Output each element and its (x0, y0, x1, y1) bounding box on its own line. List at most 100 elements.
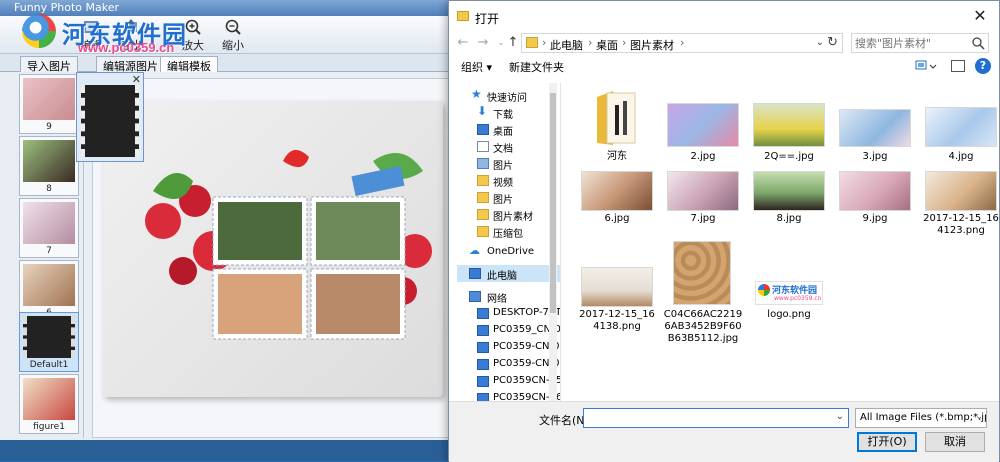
file-thumbnail (581, 171, 653, 211)
nav-videos[interactable]: 视频 (457, 172, 560, 189)
collage-artwork (145, 149, 432, 340)
nav-network-pc[interactable]: PC0359_CN-08 (457, 322, 560, 339)
help-icon[interactable]: ? (975, 58, 991, 74)
file-thumbnail (667, 103, 739, 147)
site-logo-icon (22, 14, 56, 48)
file-item[interactable]: 2.jpg (663, 89, 743, 169)
navigation-pane: ★ 快速访问 ⬇ 下载 ✱ 桌面 ✱ 文档 ✱ 图片 ✱ 视频 图 (457, 83, 561, 401)
nav-pictures-folder[interactable]: 图片 (457, 189, 560, 206)
app-tabs: 导入图片 编辑源图片 编辑模板 (0, 54, 450, 73)
source-image-panel[interactable]: ✕ (76, 72, 144, 162)
nav-documents[interactable]: 文档 ✱ (457, 138, 560, 155)
pictures-icon (477, 158, 489, 169)
nav-pictures[interactable]: 图片 ✱ (457, 155, 560, 172)
funny-photo-maker-window: Funny Photo Maker 编辑 输出 放大 缩小 河东软件园 www.… (0, 0, 450, 461)
search-box[interactable] (851, 33, 989, 53)
breadcrumb-this-pc[interactable]: 此电脑 (550, 37, 583, 53)
nav-image-assets[interactable]: 图片素材 (457, 206, 560, 223)
chevron-down-icon[interactable]: ⌄ (816, 37, 824, 48)
nav-network-pc[interactable]: DESKTOP-7ETC (457, 305, 560, 322)
thumbnail-8[interactable]: 8 (19, 136, 79, 196)
file-thumbnail (673, 241, 731, 305)
filename-input[interactable] (587, 411, 827, 426)
nav-label: 图片 (493, 195, 513, 206)
tab-edit-source[interactable]: 编辑源图片 (96, 56, 165, 73)
nav-network-pc[interactable]: PC0359-CN-02 (457, 356, 560, 373)
thumbnail-7[interactable]: 7 (19, 198, 79, 258)
folder-icon (477, 209, 489, 220)
change-view-icon[interactable] (915, 60, 937, 74)
nav-scrollbar-thumb[interactable] (550, 93, 556, 313)
file-item[interactable]: 4.jpg (921, 89, 1000, 169)
nav-downloads[interactable]: ⬇ 下载 ✱ (457, 104, 560, 121)
forward-icon[interactable]: → (475, 35, 491, 51)
nav-onedrive[interactable]: ☁ OneDrive (457, 244, 560, 261)
file-name: 8.jpg (776, 213, 802, 224)
organize-button[interactable]: 组织 ▾ (461, 59, 492, 75)
address-bar[interactable]: › 此电脑 › 桌面 › 图片素材 › ⌄ ↻ (521, 33, 843, 53)
file-name: 2017-12-15_164123.png (923, 213, 999, 236)
collage-preview[interactable] (103, 101, 443, 397)
nav-quick-access[interactable]: ★ 快速访问 (457, 87, 560, 104)
cloud-icon: ☁ (469, 244, 480, 257)
thumbnail-caption: 8 (46, 184, 52, 194)
filetype-select[interactable]: All Image Files (*.bmp;*.jpg;* ⌄ (855, 408, 987, 428)
site-watermark: 河东软件园 www.pc0359.cn (22, 14, 242, 55)
file-item[interactable]: 2Q==.jpg (749, 89, 829, 169)
cancel-button[interactable]: 取消 (925, 432, 985, 452)
refresh-icon[interactable]: ↻ (827, 35, 838, 50)
file-item[interactable]: 2017-12-15_164138.png (577, 265, 657, 345)
thumbnail-9[interactable]: 9 (19, 74, 79, 134)
breadcrumb-desktop[interactable]: 桌面 (596, 37, 618, 53)
tab-edit-template[interactable]: 编辑模板 (160, 56, 218, 73)
chevron-right-icon: › (542, 36, 547, 49)
nav-label: 文档 (493, 144, 513, 155)
nav-network[interactable]: 网络 (457, 288, 560, 305)
file-item-folder[interactable]: 河东 (577, 89, 657, 169)
file-thumbnail (667, 171, 739, 211)
file-thumbnail: 河东软件园 www.pc0359.cn (755, 281, 823, 305)
network-icon (469, 291, 481, 302)
file-item[interactable]: 9.jpg (835, 169, 915, 249)
thumbnail-figure1[interactable]: figure1 (19, 374, 79, 434)
file-item[interactable]: 6.jpg (577, 169, 657, 249)
star-icon: ★ (471, 87, 482, 101)
nav-archives[interactable]: 压缩包 (457, 223, 560, 240)
thumbnail-6[interactable]: 6 (19, 260, 79, 320)
open-button[interactable]: 打开(O) (857, 432, 917, 452)
nav-this-pc[interactable]: 此电脑 (457, 265, 560, 282)
filename-combobox[interactable]: ⌄ (583, 408, 849, 428)
up-icon[interactable]: ↑ (505, 35, 521, 51)
nav-desktop[interactable]: 桌面 ✱ (457, 121, 560, 138)
search-input[interactable] (855, 35, 967, 51)
file-item[interactable]: 河东软件园 www.pc0359.cn logo.png (749, 265, 829, 345)
file-thumbnail (753, 171, 825, 211)
nav-label: 网络 (487, 294, 507, 305)
file-name: 6.jpg (604, 213, 630, 224)
nav-network-pc[interactable]: PC0359CN-06 (457, 390, 560, 401)
tab-import-images[interactable]: 导入图片 (20, 56, 78, 73)
nav-network-pc[interactable]: PC0359CN-05- (457, 373, 560, 390)
computer-icon (477, 325, 489, 336)
dialog-footer: 文件名(N): ⌄ All Image Files (*.bmp;*.jpg;*… (449, 401, 999, 462)
computer-icon (477, 308, 489, 319)
desktop-icon (477, 124, 489, 135)
back-icon[interactable]: ← (455, 35, 471, 51)
nav-network-pc[interactable]: PC0359-CN-01 (457, 339, 560, 356)
new-folder-button[interactable]: 新建文件夹 (509, 59, 564, 75)
file-item[interactable]: C04C66AC22196AB3452B9F60B63B5112.jpg (663, 241, 743, 344)
file-item[interactable]: 8.jpg (749, 169, 829, 249)
nav-label: OneDrive (487, 246, 535, 257)
file-item[interactable]: 7.jpg (663, 169, 743, 249)
chevron-down-icon[interactable]: ⌄ (836, 411, 844, 422)
command-bar: 组织 ▾ 新建文件夹 ? (449, 57, 999, 77)
preview-pane-icon[interactable] (951, 60, 965, 72)
thumbnail-image (23, 264, 75, 306)
file-item[interactable]: 3.jpg (835, 89, 915, 169)
thumbnail-default1[interactable]: Default1 (19, 312, 79, 372)
computer-icon (477, 342, 489, 353)
chevron-right-icon: › (680, 36, 685, 49)
breadcrumb-image-assets[interactable]: 图片素材 (630, 37, 674, 53)
close-button[interactable]: ✕ (965, 3, 995, 29)
file-item[interactable]: 2017-12-15_164123.png (921, 169, 1000, 249)
